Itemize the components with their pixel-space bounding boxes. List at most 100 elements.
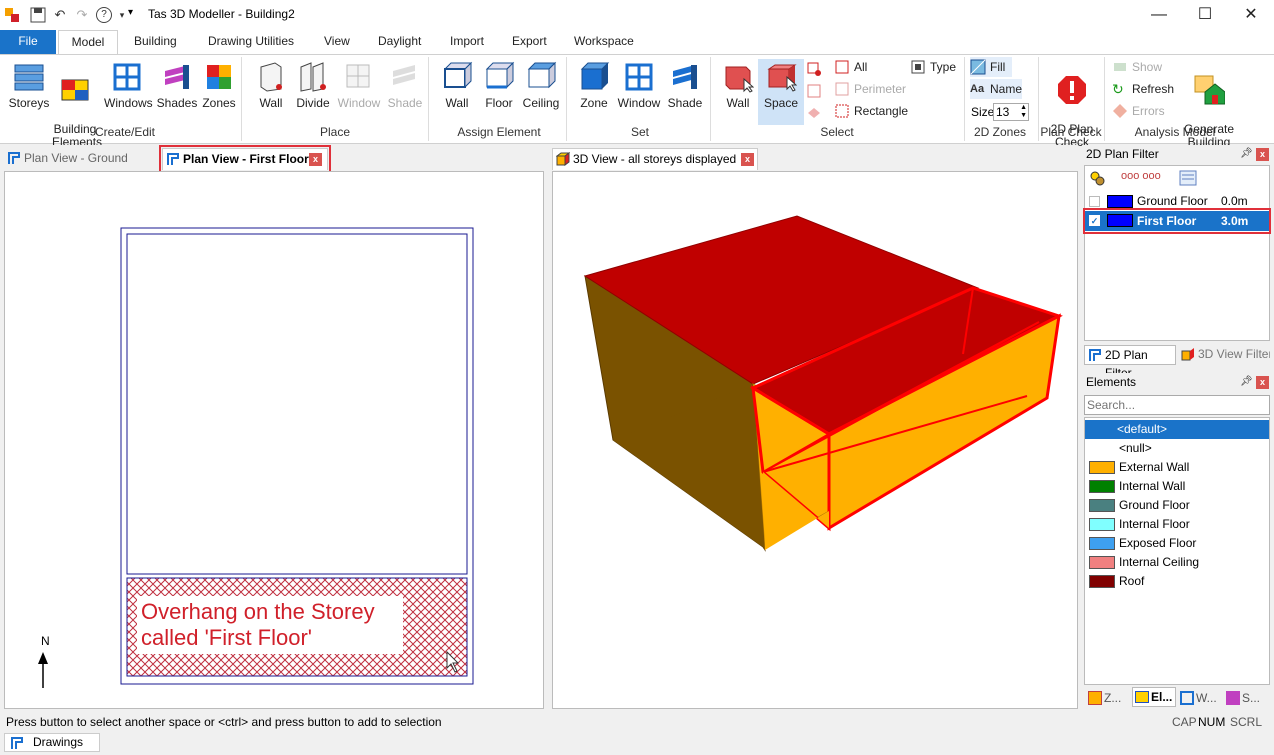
overhang-annotation-line2: called 'First Floor' xyxy=(141,625,312,650)
close-tab-icon[interactable]: x xyxy=(741,153,754,166)
tab-shades[interactable]: S... xyxy=(1224,689,1268,707)
elements-tab-icon xyxy=(1135,691,1149,703)
zones-button[interactable]: Zones xyxy=(196,59,242,110)
tab-plan-ground-floor[interactable]: Plan View - Ground Floor xyxy=(4,148,158,185)
assign-ceiling-button[interactable]: Ceiling xyxy=(518,59,564,110)
ribbon-separator xyxy=(710,57,711,141)
tab-model[interactable]: Model xyxy=(58,30,118,54)
element-item-external-wall[interactable]: External Wall xyxy=(1087,458,1271,477)
redo-icon[interactable]: ↷ xyxy=(74,7,90,23)
element-item-internal-floor[interactable]: Internal Floor xyxy=(1087,515,1271,534)
ribbon-separator xyxy=(1104,57,1105,141)
close-panel-icon[interactable]: x xyxy=(1256,376,1269,389)
tab-zones[interactable]: Z... xyxy=(1086,689,1130,707)
storeys-button[interactable]: Storeys xyxy=(6,59,52,110)
element-item-exposed-floor[interactable]: Exposed Floor xyxy=(1087,534,1271,553)
tab-elements[interactable]: El... xyxy=(1132,687,1176,707)
undo-icon[interactable]: ↶ xyxy=(52,7,68,23)
element-item-internal-wall[interactable]: Internal Wall xyxy=(1087,477,1271,496)
tab-view[interactable]: View xyxy=(314,30,360,54)
ribbon-separator xyxy=(1038,57,1039,141)
select-invert-icon[interactable] xyxy=(806,105,822,121)
zone-name-toggle[interactable]: Aa Name xyxy=(970,79,1022,99)
element-item-internal-ceiling[interactable]: Internal Ceiling xyxy=(1087,553,1271,572)
filter-bulbs-icon[interactable] xyxy=(1089,170,1105,186)
tab-file[interactable]: File xyxy=(0,30,56,54)
assign-wall-button[interactable]: Wall xyxy=(434,59,480,110)
plan-filter-tab-icon xyxy=(1088,348,1102,362)
select-perimeter-button[interactable]: Perimeter xyxy=(834,79,906,99)
place-wall-button[interactable]: Wall xyxy=(248,59,294,110)
maximize-button[interactable]: ☐ xyxy=(1182,0,1228,30)
select-rectangle-button[interactable]: Rectangle xyxy=(834,101,908,121)
set-zone-button[interactable]: Zone xyxy=(571,59,617,110)
select-element-icon[interactable] xyxy=(806,61,822,77)
tab-2d-plan-filter[interactable]: 2D Plan Filter xyxy=(1084,345,1176,380)
help-icon[interactable]: ? xyxy=(96,7,112,23)
errors-button[interactable]: Errors xyxy=(1112,101,1165,121)
elements-search-input[interactable] xyxy=(1084,395,1270,415)
close-button[interactable]: ✕ xyxy=(1228,0,1274,30)
plan-check-icon xyxy=(1056,74,1088,106)
set-group-label: Set xyxy=(630,125,649,139)
pin-icon[interactable]: 📌︎ xyxy=(1240,373,1253,391)
tab-building[interactable]: Building xyxy=(124,30,187,54)
close-panel-icon[interactable]: x xyxy=(1256,148,1269,161)
element-item-roof[interactable]: Roof xyxy=(1087,572,1271,591)
set-shade-button[interactable]: Shade xyxy=(662,59,708,110)
tab-workspace[interactable]: Workspace xyxy=(564,30,644,54)
show-button[interactable]: Show xyxy=(1112,57,1162,77)
plan-view-canvas[interactable]: Overhang on the Storey called 'First Flo… xyxy=(4,171,544,709)
tab-export[interactable]: Export xyxy=(502,30,557,54)
assign-floor-button[interactable]: Floor xyxy=(476,59,522,110)
select-all-icon xyxy=(834,59,850,75)
set-window-button[interactable]: Window xyxy=(616,59,662,110)
select-by-type-icon[interactable] xyxy=(806,83,822,99)
tab-drawing-utilities[interactable]: Drawing Utilities xyxy=(198,30,304,54)
pin-icon[interactable]: 📌︎ xyxy=(1240,145,1253,163)
storey-checkbox[interactable] xyxy=(1089,196,1100,207)
filter-list-icon[interactable] xyxy=(1179,170,1197,186)
set-shade-icon xyxy=(669,61,701,93)
select-group-label: Select xyxy=(820,125,854,139)
place-shade-button[interactable]: Shade xyxy=(382,59,428,110)
3d-view-canvas[interactable] xyxy=(552,171,1078,709)
shade-place-icon xyxy=(389,61,421,93)
select-type-label: Type xyxy=(930,60,957,74)
ribbon-separator xyxy=(428,57,429,141)
tab-3d-view[interactable]: 3D View - all storeys displayed x xyxy=(552,148,758,170)
element-item-null[interactable]: <null> xyxy=(1087,439,1271,458)
select-all-button[interactable]: All xyxy=(834,57,867,77)
place-window-button[interactable]: Window xyxy=(336,59,382,110)
zones-tab-icon xyxy=(1088,691,1102,705)
tab-windows[interactable]: W... xyxy=(1178,689,1222,707)
drawings-tab[interactable]: Drawings xyxy=(4,733,100,752)
shades-tab-icon xyxy=(1226,691,1240,705)
spinner-arrows-icon[interactable]: ▲ ▼ xyxy=(1020,104,1027,120)
element-swatch xyxy=(1089,480,1115,493)
save-icon[interactable] xyxy=(30,7,46,23)
filter-toggle-icons[interactable]: ooo ooo xyxy=(1121,170,1161,186)
tab-import[interactable]: Import xyxy=(440,30,494,54)
qat-customize-icon[interactable]: ▾ xyxy=(128,7,136,23)
zones-2d-group-label: 2D Zones xyxy=(973,125,1027,139)
element-item-default[interactable]: <default> xyxy=(1085,420,1269,439)
elements-header: Elements 📌︎ x xyxy=(1082,373,1272,391)
windows-button[interactable]: Windows xyxy=(104,59,153,110)
select-space-button[interactable]: Space xyxy=(758,59,804,125)
divide-button[interactable]: Divide xyxy=(290,59,336,110)
minimize-button[interactable]: — xyxy=(1136,0,1182,30)
zone-size-spinner[interactable]: 13 ▲ ▼ xyxy=(993,103,1029,121)
tab-3d-view-filter[interactable]: 3D View Filter xyxy=(1178,345,1270,365)
shades-button[interactable]: Shades xyxy=(154,59,200,110)
element-item-ground-floor[interactable]: Ground Floor xyxy=(1087,496,1271,515)
ribbon-separator xyxy=(964,57,965,141)
refresh-button[interactable]: ↻ Refresh xyxy=(1112,79,1174,99)
select-type-button[interactable]: Type xyxy=(910,57,956,77)
zone-fill-toggle[interactable]: Fill xyxy=(970,57,1012,77)
windows-label: Windows xyxy=(104,96,153,110)
select-wall-button[interactable]: Wall xyxy=(715,59,761,110)
plan-filter-panel: 2D Plan Filter 📌︎ x ooo ooo Ground Floor… xyxy=(1082,145,1272,380)
tab-daylight[interactable]: Daylight xyxy=(368,30,431,54)
place-window-label: Window xyxy=(337,96,381,110)
